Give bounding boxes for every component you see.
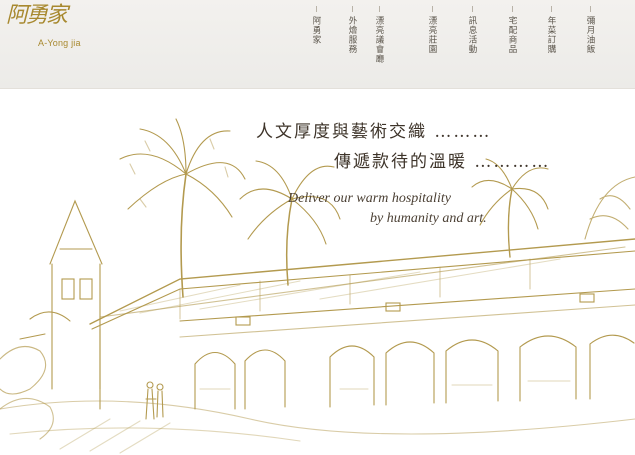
nav-item-events[interactable]: 訊息活動 <box>466 6 478 54</box>
logo-english: A-Yong jia <box>38 38 81 48</box>
nav-item-label: 宅配商品 <box>507 16 517 54</box>
nav-item-label: 彌月油飯 <box>585 16 595 54</box>
hero-tagline-line1: 人文厚度與藝術交織 ……… <box>256 122 492 142</box>
logo[interactable]: 阿勇家 A-Yong jia <box>4 2 84 60</box>
hero-english-line1: Deliver our warm hospitality <box>288 191 451 206</box>
logo-chinese: 阿勇家 <box>6 3 68 28</box>
nav-item-manor[interactable]: 漂亮莊園 <box>426 6 438 54</box>
nav-divider <box>431 6 433 12</box>
nav-item-delivery[interactable]: 宅配商品 <box>506 6 518 54</box>
nav-divider <box>315 6 317 12</box>
nav-item-label: 外燴服務 <box>347 16 357 54</box>
hero-tagline-line2: 傳遞款待的溫暖 ………… <box>334 152 551 172</box>
hero-english-line2: by humanity and art. <box>370 211 487 226</box>
nav-item-ayongjia[interactable]: 阿勇家 <box>310 6 322 45</box>
nav-divider <box>378 6 380 12</box>
nav-item-newyear[interactable]: 年菜訂購 <box>545 6 557 54</box>
nav-item-label: 阿勇家 <box>311 16 321 45</box>
nav-item-oilrice[interactable]: 彌月油飯 <box>584 6 596 54</box>
nav-divider <box>471 6 473 12</box>
nav-item-label: 訊息活動 <box>467 16 477 54</box>
nav-item-catering[interactable]: 外燴服務 <box>346 6 358 54</box>
nav-divider <box>351 6 353 12</box>
nav-item-label: 漂亮議會廳 <box>374 16 384 64</box>
hero-sketch-illustration <box>0 118 635 454</box>
site-header: 阿勇家 A-Yong jia 阿勇家 外燴服務 漂亮議會廳 漂亮莊園 訊息活動 … <box>0 0 635 89</box>
nav-item-label: 年菜訂購 <box>546 16 556 54</box>
hero-banner: 人文厚度與藝術交織 ……… 傳遞款待的溫暖 ………… Deliver our w… <box>0 89 635 455</box>
nav-item-label: 漂亮莊園 <box>427 16 437 54</box>
nav-divider <box>511 6 513 12</box>
nav-item-hall[interactable]: 漂亮議會廳 <box>373 6 385 64</box>
nav-divider <box>550 6 552 12</box>
nav-divider <box>589 6 591 12</box>
